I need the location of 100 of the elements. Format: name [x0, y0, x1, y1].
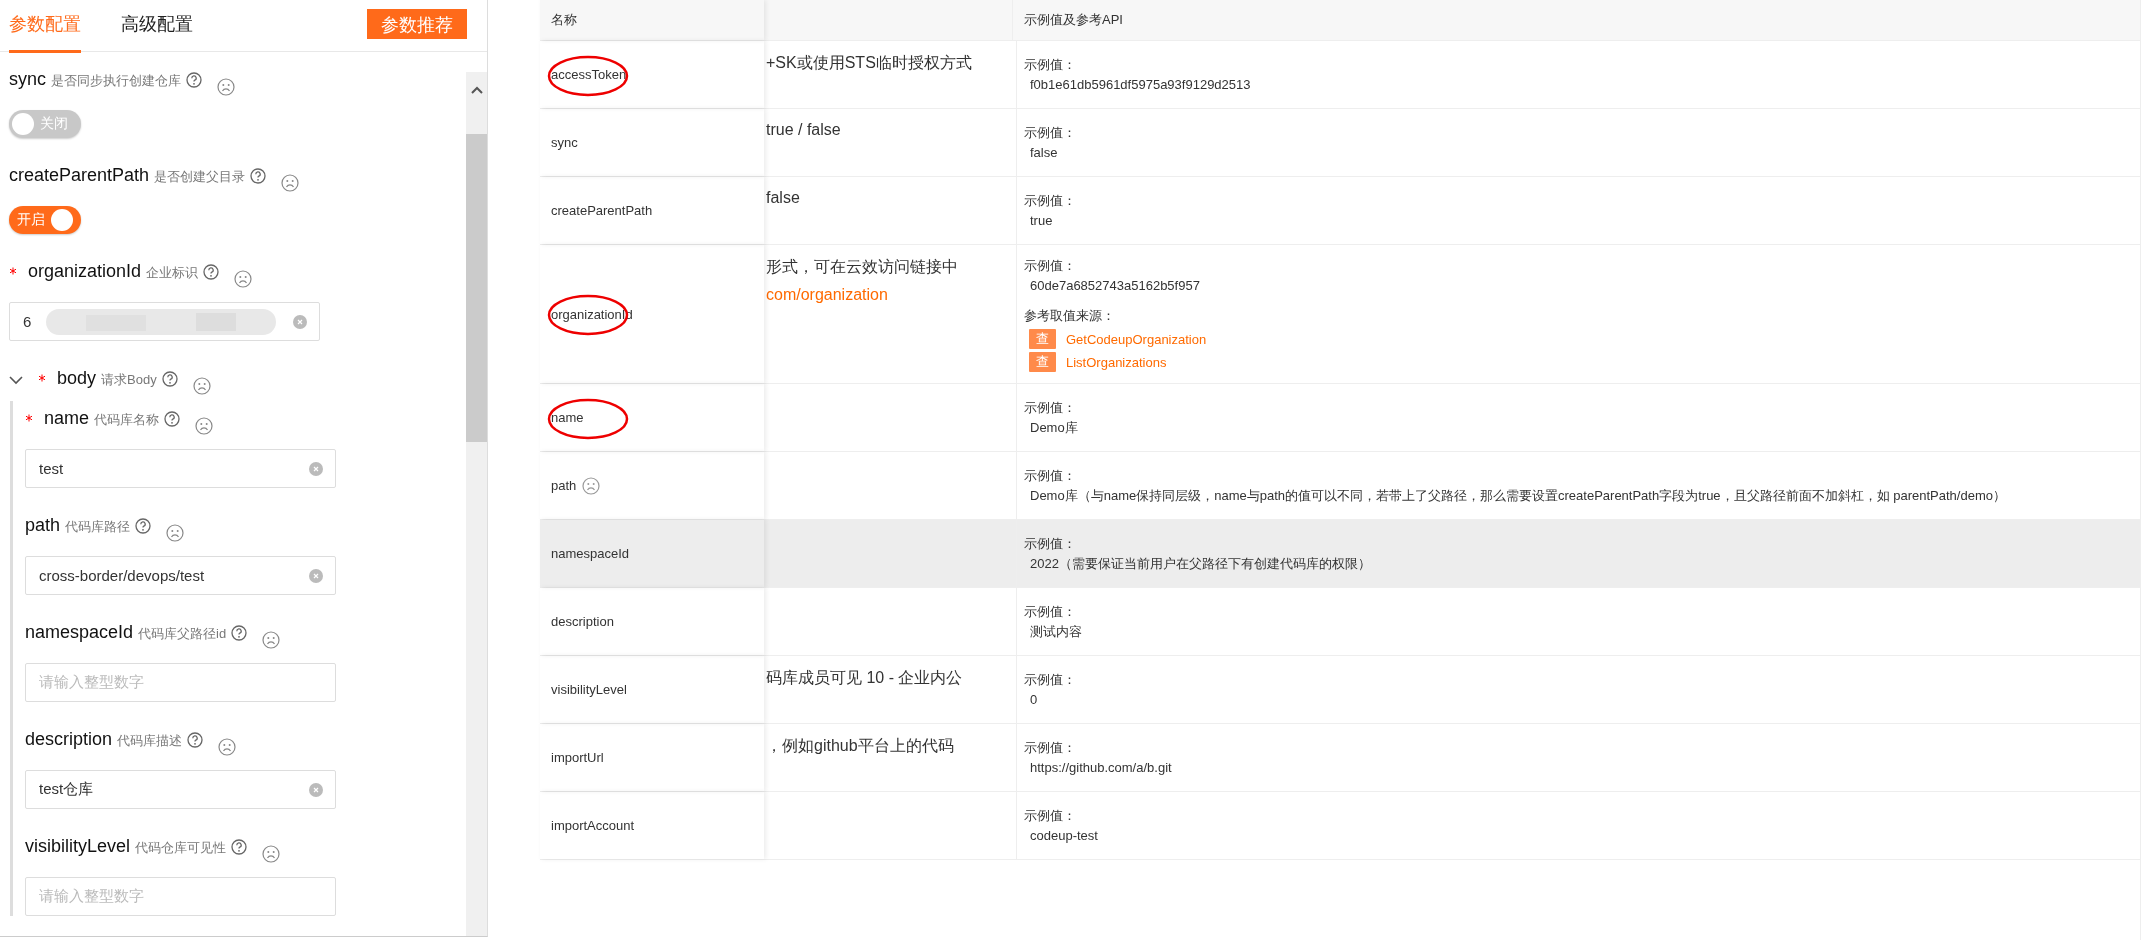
example-value: f0b1e61db5961df5975a93f9129d2513 [1029, 75, 1252, 94]
param-description: 是否创建父目录 [154, 168, 246, 186]
param-description: 代码库描述 [117, 732, 183, 750]
scrollbar[interactable] [466, 72, 487, 936]
parameter-name: name [551, 410, 584, 425]
description-text: 形式，可在云效访问链接中 [766, 257, 959, 277]
param-name: createParentPath [9, 164, 150, 186]
scroll-up-icon[interactable] [470, 86, 483, 94]
parameter-name: createParentPath [551, 203, 653, 218]
help-icon[interactable] [161, 371, 178, 387]
clear-icon[interactable] [309, 568, 323, 583]
parameter-name: visibilityLevel [551, 682, 627, 697]
param-name: path [25, 514, 61, 536]
sad-face-icon[interactable] [192, 377, 211, 395]
param-name: sync [9, 68, 46, 90]
example-label: 示例值： [1024, 55, 1077, 74]
sad-face-icon[interactable] [195, 417, 214, 435]
param-name: body [57, 367, 97, 389]
help-icon[interactable] [250, 168, 267, 184]
example-value: Demo库（与name保持同层级，name与path的值可以不同，若带上了父路径，那么需要设置createParentPath字段为true，且父路径前面不加斜杠，如 parentPath/demo） [1029, 486, 2007, 505]
help-icon[interactable] [164, 411, 181, 427]
help-icon[interactable] [135, 518, 152, 534]
parameter-name: namespaceId [551, 546, 630, 561]
example-value: true [1029, 211, 1054, 230]
example-value: Demo库 [1029, 418, 1079, 437]
parameter-name: accessToken [551, 67, 627, 82]
param-description: 代码库路径 [65, 518, 131, 536]
help-icon[interactable] [187, 732, 204, 748]
param-description: 请求Body [101, 371, 157, 389]
tab[interactable]: 参数配置 [9, 0, 81, 53]
input-field[interactable]: 请输入整型数字 [25, 663, 336, 702]
parameter-name: importAccount [551, 818, 635, 833]
toggle-switch[interactable]: 开启 [9, 206, 81, 234]
lookup-tag: 查 [1029, 329, 1056, 349]
help-icon[interactable] [186, 72, 202, 88]
sad-face-icon[interactable] [262, 631, 281, 649]
sad-face-icon[interactable] [262, 845, 281, 863]
example-label: 示例值： [1024, 534, 1077, 553]
param-name: name [44, 407, 90, 429]
param-description: 是否同步执行创建仓库 [51, 72, 181, 90]
example-label: 示例值： [1024, 257, 1077, 275]
param-description: 代码库名称 [94, 411, 160, 429]
description-text: 码库成员可见 10 - 企业内公 [766, 668, 964, 688]
sad-face-icon[interactable] [582, 476, 601, 495]
example-label: 示例值： [1024, 738, 1077, 757]
help-icon[interactable] [231, 625, 248, 641]
description-text: ，例如github平台上的代码 [766, 736, 955, 756]
sad-face-icon[interactable] [281, 174, 300, 192]
param-name: description [25, 728, 113, 750]
chevron-icon[interactable] [9, 373, 23, 387]
example-label: 示例值： [1024, 670, 1077, 689]
example-value: 测试内容 [1029, 622, 1083, 641]
api-link[interactable]: ListOrganizations [1066, 354, 1167, 370]
example-value: 2022（需要保证当前用户在父路径下有创建代码库的权限） [1029, 554, 1372, 573]
example-label: 示例值： [1024, 602, 1077, 621]
source-label: 参考取值来源： [1024, 307, 1116, 325]
example-value: https://github.com/a/b.git [1029, 758, 1173, 777]
param-name: visibilityLevel [25, 835, 131, 857]
example-label: 示例值： [1024, 466, 1077, 485]
sad-face-icon[interactable] [234, 270, 253, 288]
description-text: true / false [766, 121, 842, 139]
help-icon[interactable] [231, 839, 248, 855]
description-text: +SK或使用STS临时授权方式 [766, 53, 973, 73]
example-label: 示例值： [1024, 806, 1077, 825]
input-field[interactable]: cross-border/devops/test [25, 556, 336, 595]
parameter-name: path [551, 478, 577, 493]
lookup-tag: 查 [1029, 352, 1056, 372]
column-header: 名称 [540, 0, 764, 40]
help-icon[interactable] [203, 264, 220, 280]
parameter-name: importUrl [551, 750, 604, 765]
clear-icon[interactable] [293, 314, 307, 329]
example-value: false [1029, 143, 1059, 162]
clear-icon[interactable] [309, 782, 323, 797]
input-field[interactable]: 请输入整型数字 [25, 877, 336, 916]
column-header: 示例值及参考API [1023, 11, 1124, 29]
param-name: organizationId [28, 260, 142, 282]
parameter-name: sync [551, 135, 578, 150]
example-label: 示例值： [1024, 191, 1077, 210]
recommend-button[interactable]: 参数推荐 [367, 9, 467, 39]
tab[interactable]: 高级配置 [121, 0, 193, 40]
sad-face-icon[interactable] [218, 738, 237, 756]
clear-icon[interactable] [309, 461, 323, 476]
api-link[interactable]: GetCodeupOrganization [1066, 331, 1207, 347]
example-value: codeup-test [1029, 826, 1099, 845]
param-description: 代码库父路径id [138, 625, 227, 643]
example-label: 示例值： [1024, 123, 1077, 142]
sad-face-icon[interactable] [217, 78, 235, 96]
description-text: false [766, 189, 801, 207]
input-field[interactable]: 6 [9, 302, 320, 341]
example-value: 60de7a6852743a5162b5f957 [1029, 277, 1201, 295]
input-field[interactable]: test仓库 [25, 770, 336, 809]
link[interactable]: com/organization [766, 286, 1014, 304]
param-description: 代码仓库可见性 [135, 839, 227, 857]
param-description: 企业标识 [146, 264, 199, 282]
example-value: 0 [1029, 690, 1039, 709]
example-label: 示例值： [1024, 398, 1077, 417]
sad-face-icon[interactable] [166, 524, 185, 542]
input-field[interactable]: test [25, 449, 336, 488]
parameter-name: description [551, 614, 614, 629]
param-name: namespaceId [25, 621, 134, 643]
